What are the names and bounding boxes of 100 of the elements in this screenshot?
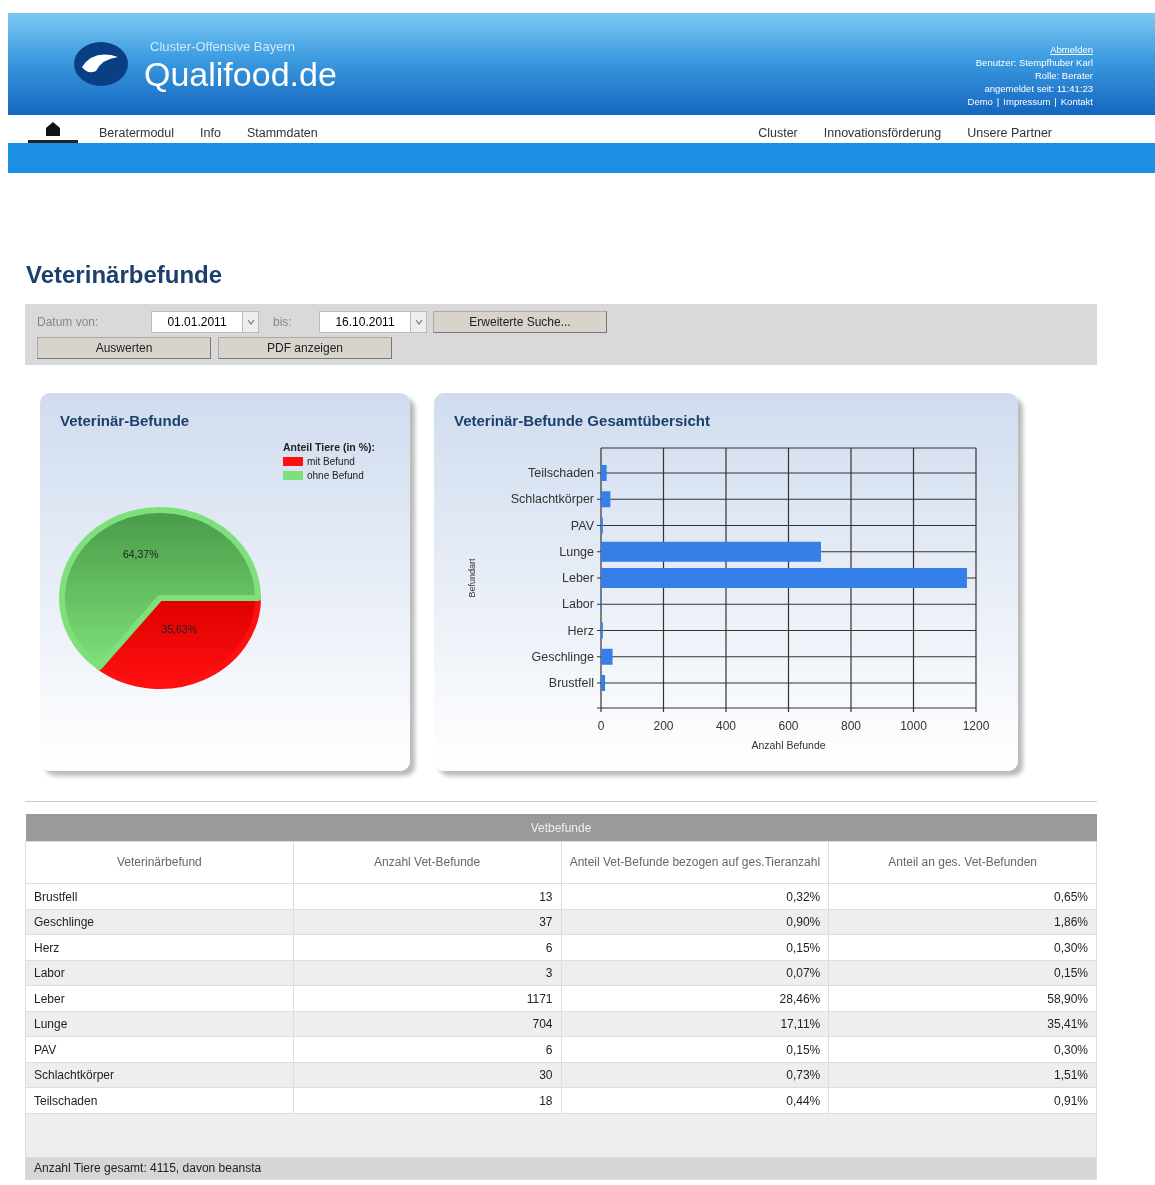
legend-swatch	[283, 470, 303, 480]
table-cell: 1171	[293, 985, 561, 1012]
table-cell: Schlachtkörper	[25, 1062, 294, 1088]
table-cell: 0,65%	[828, 883, 1097, 910]
column-header: Veterinärbefund	[25, 841, 294, 884]
table-cell: 3	[293, 960, 561, 986]
logo-icon	[72, 39, 130, 89]
table-cell: 0,32%	[561, 883, 829, 910]
logo-subtitle: Cluster-Offensive Bayern	[149, 38, 296, 57]
axis-category-label: Leber	[562, 570, 594, 585]
dropdown-button[interactable]	[411, 310, 427, 333]
nav-link[interactable]: Innovationsförderung	[810, 115, 955, 143]
action-button[interactable]: PDF anzeigen	[218, 336, 392, 359]
separator-text: |	[996, 96, 1000, 107]
chart-title: Veterinär-Befunde Gesamtübersicht	[454, 410, 710, 431]
table-cell: 0,15%	[561, 934, 829, 961]
axis-category-label: Lunge	[559, 544, 594, 559]
axis-tick-label: 200	[653, 718, 674, 733]
table-cell: 37	[293, 909, 561, 935]
axis-category-label: Herz	[567, 623, 594, 638]
table-cell: 0,90%	[561, 909, 829, 935]
date-field[interactable]: 01.01.2011	[151, 310, 243, 333]
axis-category-label: Geschlinge	[531, 649, 594, 664]
table-title: Vetbefunde	[25, 813, 1097, 842]
nav-link[interactable]: Beratermodul	[86, 115, 188, 143]
table-cell: 30	[293, 1062, 561, 1088]
axis-category-label: Labor	[562, 597, 594, 612]
table-cell: 0,44%	[561, 1087, 829, 1114]
table-cell: Lunge	[25, 1011, 294, 1037]
action-button[interactable]: Auswerten	[37, 336, 211, 359]
field-label: bis:	[273, 313, 293, 331]
table-cell: 0,91%	[828, 1087, 1097, 1114]
footer-link[interactable]: Kontakt	[1060, 96, 1093, 107]
separator-text: |	[1054, 96, 1057, 107]
search-button[interactable]: Erweiterte Suche...	[433, 310, 607, 333]
bar	[601, 674, 606, 691]
table-cell: 0,15%	[561, 1036, 829, 1063]
footer-link[interactable]: Demo	[967, 96, 993, 107]
table-cell: Brustfell	[25, 883, 294, 910]
table-cell: PAV	[25, 1036, 294, 1063]
legend-label: mit Befund	[307, 455, 355, 467]
table-cell: 28,46%	[561, 985, 829, 1012]
axis-tick-label: 800	[841, 718, 861, 733]
axis-tick-label: 1200	[962, 718, 990, 733]
table-cell: 6	[293, 1036, 561, 1063]
footer-link[interactable]: Impressum	[1003, 96, 1051, 107]
caret-icon	[414, 318, 423, 325]
axis-tick-label: 0	[597, 718, 605, 733]
axis-category-label: PAV	[570, 518, 594, 533]
dropdown-button[interactable]	[243, 310, 259, 333]
axis-tick-label: 400	[716, 718, 736, 733]
axis-category-label: Brustfell	[548, 675, 594, 690]
table-cell: Leber	[25, 985, 294, 1012]
table-cell: 13	[293, 883, 561, 910]
legend-label: ohne Befund	[307, 469, 364, 481]
table-cell: 35,41%	[828, 1011, 1097, 1037]
table-cell: Teilschaden	[25, 1087, 294, 1114]
bar	[601, 464, 607, 481]
user-info-text: Rolle: Berater	[1034, 70, 1093, 81]
user-info-text: angemeldet seit: 11:41:23	[984, 83, 1093, 94]
table-footer-text: Anzahl Tiere gesamt: 4115, davon beansta	[34, 1161, 262, 1176]
axis-tick-label: 1000	[900, 718, 927, 733]
logo-text: Qualifood.de	[144, 56, 337, 91]
date-field[interactable]: 16.10.2011	[319, 310, 411, 333]
nav-link[interactable]: Cluster	[745, 115, 811, 143]
legend-swatch	[283, 456, 303, 466]
home-icon	[45, 121, 61, 137]
axis-category-label: Teilschaden	[528, 465, 594, 480]
table-cell: 0,73%	[561, 1062, 829, 1088]
table-cell: 18	[293, 1087, 561, 1114]
table-cell: Labor	[25, 960, 294, 986]
table-cell: 0,07%	[561, 960, 829, 986]
table-cell: 1,86%	[828, 909, 1097, 935]
user-info-text: Benutzer: Stempfhuber Karl	[975, 57, 1093, 68]
nav-link[interactable]: Info	[187, 115, 234, 143]
nav-link[interactable]: Unsere Partner	[954, 115, 1065, 143]
legend-title: Anteil Tiere (in %):	[283, 440, 375, 453]
table-cell: 17,11%	[561, 1011, 829, 1037]
table-cell: Herz	[25, 934, 294, 961]
table-cell: 58,90%	[828, 985, 1097, 1012]
table-cell: 6	[293, 934, 561, 961]
bar	[601, 491, 611, 508]
bar	[601, 648, 613, 665]
slice-label: 35,63%	[161, 622, 198, 635]
table-cell: 0,30%	[828, 934, 1097, 961]
column-header: Anteil an ges. Vet-Befunden	[828, 841, 1097, 884]
column-header: Anzahl Vet-Befunde	[293, 841, 561, 884]
page-title: Veterinärbefunde	[26, 261, 224, 290]
caret-icon	[246, 318, 255, 325]
nav-link[interactable]: Stammdaten	[233, 115, 331, 143]
table-cell: 1,51%	[828, 1062, 1097, 1088]
table-cell: 0,15%	[828, 960, 1097, 986]
field-label: Datum von:	[37, 313, 100, 331]
axis-title: Befundart	[467, 558, 477, 598]
chart-title: Veterinär-Befunde	[60, 410, 190, 431]
table-cell: Geschlinge	[25, 909, 294, 935]
table-cell: 704	[293, 1011, 561, 1037]
axis-category-label: Schlachtkörper	[510, 492, 594, 507]
axis-title: Anzahl Befunde	[751, 738, 826, 751]
column-header: Anteil Vet-Befunde bezogen auf ges.Tieranzahl	[561, 841, 829, 884]
